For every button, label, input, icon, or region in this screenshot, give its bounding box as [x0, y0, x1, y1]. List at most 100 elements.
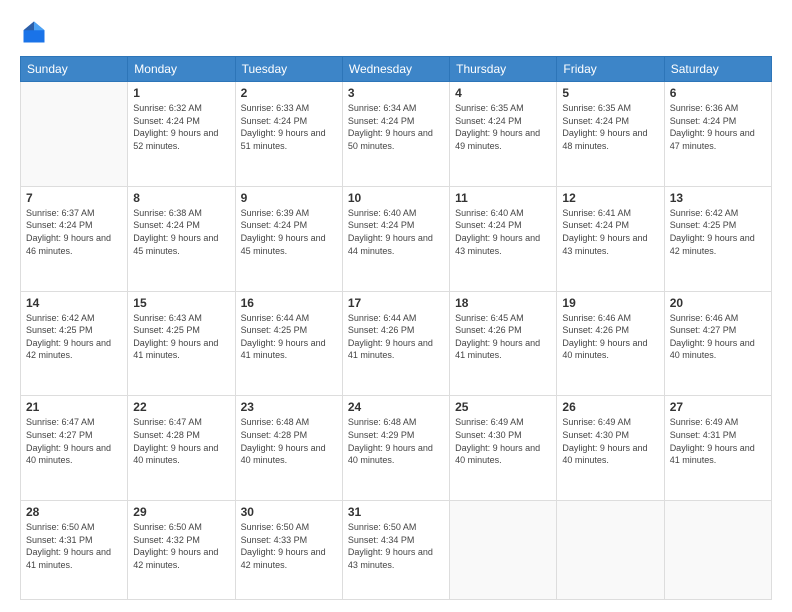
- calendar-cell: 5 Sunrise: 6:35 AMSunset: 4:24 PMDaylight…: [557, 82, 664, 187]
- calendar: SundayMondayTuesdayWednesdayThursdayFrid…: [20, 56, 772, 600]
- page: SundayMondayTuesdayWednesdayThursdayFrid…: [0, 0, 792, 612]
- calendar-cell: 30Sunrise: 6:50 AMSunset: 4:33 PMDayligh…: [235, 501, 342, 600]
- day-info: Sunrise: 6:50 AMSunset: 4:31 PMDaylight:…: [26, 521, 122, 571]
- day-number: 23: [241, 400, 337, 414]
- day-number: 19: [562, 296, 658, 310]
- day-info: Sunrise: 6:45 AMSunset: 4:26 PMDaylight:…: [455, 312, 551, 362]
- day-number: 28: [26, 505, 122, 519]
- day-number: 20: [670, 296, 766, 310]
- day-number: 18: [455, 296, 551, 310]
- day-info: Sunrise: 6:50 AMSunset: 4:32 PMDaylight:…: [133, 521, 229, 571]
- day-number: 11: [455, 191, 551, 205]
- calendar-week-row: 7 Sunrise: 6:37 AMSunset: 4:24 PMDaylight…: [21, 186, 772, 291]
- calendar-header-wednesday: Wednesday: [342, 57, 449, 82]
- calendar-cell: 2 Sunrise: 6:33 AMSunset: 4:24 PMDaylight…: [235, 82, 342, 187]
- day-number: 4: [455, 86, 551, 100]
- calendar-week-row: 21 Sunrise: 6:47 AMSunset: 4:27 PMDayligh…: [21, 396, 772, 501]
- calendar-cell: [557, 501, 664, 600]
- calendar-cell: 27 Sunrise: 6:49 AMSunset: 4:31 PMDayligh…: [664, 396, 771, 501]
- calendar-cell: 6 Sunrise: 6:36 AMSunset: 4:24 PMDaylight…: [664, 82, 771, 187]
- calendar-cell: 8Sunrise: 6:38 AMSunset: 4:24 PMDaylight…: [128, 186, 235, 291]
- day-number: 7: [26, 191, 122, 205]
- calendar-header-thursday: Thursday: [450, 57, 557, 82]
- day-info: Sunrise: 6:36 AMSunset: 4:24 PMDaylight:…: [670, 102, 766, 152]
- day-number: 9: [241, 191, 337, 205]
- day-info: Sunrise: 6:35 AMSunset: 4:24 PMDaylight:…: [562, 102, 658, 152]
- calendar-cell: 24Sunrise: 6:48 AMSunset: 4:29 PMDayligh…: [342, 396, 449, 501]
- day-number: 29: [133, 505, 229, 519]
- day-info: Sunrise: 6:50 AMSunset: 4:33 PMDaylight:…: [241, 521, 337, 571]
- day-info: Sunrise: 6:40 AMSunset: 4:24 PMDaylight:…: [455, 207, 551, 257]
- calendar-week-row: 28 Sunrise: 6:50 AMSunset: 4:31 PMDayligh…: [21, 501, 772, 600]
- calendar-cell: [450, 501, 557, 600]
- calendar-cell: 7 Sunrise: 6:37 AMSunset: 4:24 PMDaylight…: [21, 186, 128, 291]
- calendar-week-row: 1 Sunrise: 6:32 AMSunset: 4:24 PMDaylight…: [21, 82, 772, 187]
- calendar-cell: 16Sunrise: 6:44 AMSunset: 4:25 PMDayligh…: [235, 291, 342, 396]
- day-info: Sunrise: 6:47 AMSunset: 4:28 PMDaylight:…: [133, 416, 229, 466]
- day-number: 2: [241, 86, 337, 100]
- day-info: Sunrise: 6:38 AMSunset: 4:24 PMDaylight:…: [133, 207, 229, 257]
- calendar-cell: 4Sunrise: 6:35 AMSunset: 4:24 PMDaylight…: [450, 82, 557, 187]
- day-number: 14: [26, 296, 122, 310]
- day-info: Sunrise: 6:41 AMSunset: 4:24 PMDaylight:…: [562, 207, 658, 257]
- day-number: 27: [670, 400, 766, 414]
- calendar-cell: 11 Sunrise: 6:40 AMSunset: 4:24 PMDayligh…: [450, 186, 557, 291]
- calendar-header-row: SundayMondayTuesdayWednesdayThursdayFrid…: [21, 57, 772, 82]
- calendar-cell: 25 Sunrise: 6:49 AMSunset: 4:30 PMDayligh…: [450, 396, 557, 501]
- calendar-cell: 9 Sunrise: 6:39 AMSunset: 4:24 PMDaylight…: [235, 186, 342, 291]
- day-info: Sunrise: 6:48 AMSunset: 4:29 PMDaylight:…: [348, 416, 444, 466]
- day-info: Sunrise: 6:40 AMSunset: 4:24 PMDaylight:…: [348, 207, 444, 257]
- day-info: Sunrise: 6:32 AMSunset: 4:24 PMDaylight:…: [133, 102, 229, 152]
- header: [20, 18, 772, 46]
- day-number: 21: [26, 400, 122, 414]
- calendar-cell: 14 Sunrise: 6:42 AMSunset: 4:25 PMDayligh…: [21, 291, 128, 396]
- logo-icon: [20, 18, 48, 46]
- calendar-header-friday: Friday: [557, 57, 664, 82]
- day-info: Sunrise: 6:39 AMSunset: 4:24 PMDaylight:…: [241, 207, 337, 257]
- calendar-cell: 15 Sunrise: 6:43 AMSunset: 4:25 PMDayligh…: [128, 291, 235, 396]
- day-number: 16: [241, 296, 337, 310]
- calendar-cell: 28 Sunrise: 6:50 AMSunset: 4:31 PMDayligh…: [21, 501, 128, 600]
- calendar-cell: 10 Sunrise: 6:40 AMSunset: 4:24 PMDayligh…: [342, 186, 449, 291]
- calendar-week-row: 14 Sunrise: 6:42 AMSunset: 4:25 PMDayligh…: [21, 291, 772, 396]
- calendar-cell: 3 Sunrise: 6:34 AMSunset: 4:24 PMDaylight…: [342, 82, 449, 187]
- day-number: 1: [133, 86, 229, 100]
- day-info: Sunrise: 6:50 AMSunset: 4:34 PMDaylight:…: [348, 521, 444, 571]
- calendar-header-tuesday: Tuesday: [235, 57, 342, 82]
- day-number: 26: [562, 400, 658, 414]
- day-number: 3: [348, 86, 444, 100]
- day-info: Sunrise: 6:42 AMSunset: 4:25 PMDaylight:…: [26, 312, 122, 362]
- calendar-cell: [21, 82, 128, 187]
- calendar-cell: 21 Sunrise: 6:47 AMSunset: 4:27 PMDayligh…: [21, 396, 128, 501]
- day-info: Sunrise: 6:47 AMSunset: 4:27 PMDaylight:…: [26, 416, 122, 466]
- day-number: 5: [562, 86, 658, 100]
- day-info: Sunrise: 6:34 AMSunset: 4:24 PMDaylight:…: [348, 102, 444, 152]
- day-info: Sunrise: 6:33 AMSunset: 4:24 PMDaylight:…: [241, 102, 337, 152]
- day-info: Sunrise: 6:49 AMSunset: 4:30 PMDaylight:…: [562, 416, 658, 466]
- day-info: Sunrise: 6:44 AMSunset: 4:26 PMDaylight:…: [348, 312, 444, 362]
- calendar-cell: 17 Sunrise: 6:44 AMSunset: 4:26 PMDayligh…: [342, 291, 449, 396]
- day-number: 31: [348, 505, 444, 519]
- calendar-header-monday: Monday: [128, 57, 235, 82]
- calendar-cell: 31 Sunrise: 6:50 AMSunset: 4:34 PMDayligh…: [342, 501, 449, 600]
- calendar-cell: 22Sunrise: 6:47 AMSunset: 4:28 PMDayligh…: [128, 396, 235, 501]
- day-info: Sunrise: 6:46 AMSunset: 4:27 PMDaylight:…: [670, 312, 766, 362]
- day-info: Sunrise: 6:49 AMSunset: 4:30 PMDaylight:…: [455, 416, 551, 466]
- calendar-cell: 19 Sunrise: 6:46 AMSunset: 4:26 PMDayligh…: [557, 291, 664, 396]
- calendar-cell: 18 Sunrise: 6:45 AMSunset: 4:26 PMDayligh…: [450, 291, 557, 396]
- day-info: Sunrise: 6:49 AMSunset: 4:31 PMDaylight:…: [670, 416, 766, 466]
- day-number: 12: [562, 191, 658, 205]
- day-info: Sunrise: 6:37 AMSunset: 4:24 PMDaylight:…: [26, 207, 122, 257]
- day-number: 6: [670, 86, 766, 100]
- day-info: Sunrise: 6:46 AMSunset: 4:26 PMDaylight:…: [562, 312, 658, 362]
- day-info: Sunrise: 6:42 AMSunset: 4:25 PMDaylight:…: [670, 207, 766, 257]
- day-number: 17: [348, 296, 444, 310]
- day-number: 13: [670, 191, 766, 205]
- calendar-cell: 12 Sunrise: 6:41 AMSunset: 4:24 PMDayligh…: [557, 186, 664, 291]
- logo: [20, 18, 52, 46]
- day-number: 10: [348, 191, 444, 205]
- day-number: 25: [455, 400, 551, 414]
- day-info: Sunrise: 6:43 AMSunset: 4:25 PMDaylight:…: [133, 312, 229, 362]
- calendar-header-sunday: Sunday: [21, 57, 128, 82]
- day-number: 15: [133, 296, 229, 310]
